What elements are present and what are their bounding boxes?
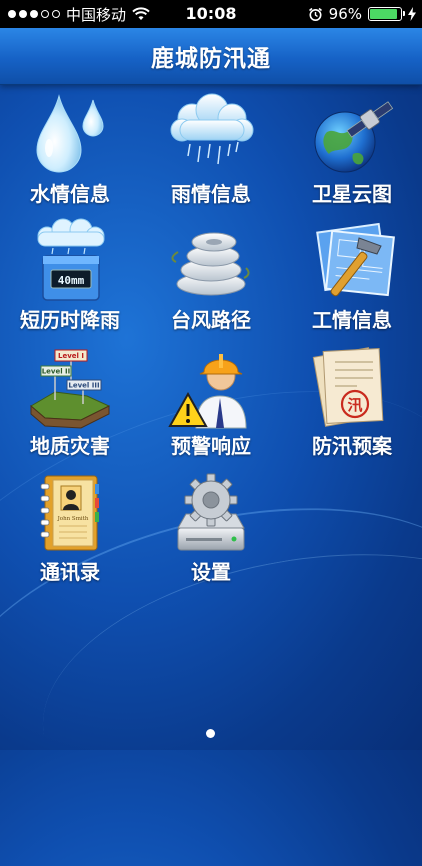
address-book-icon: John Smith xyxy=(25,470,115,556)
menu-item-typhoon-path[interactable]: 台风路径 xyxy=(141,218,281,338)
menu-item-rain-info[interactable]: 雨情信息 xyxy=(141,92,281,212)
menu-item-label: 水情信息 xyxy=(30,182,110,206)
warning-worker-icon xyxy=(166,344,256,430)
alarm-icon xyxy=(308,7,323,22)
satellite-globe-icon xyxy=(307,92,397,178)
typhoon-icon xyxy=(166,218,256,304)
menu-item-label: 设置 xyxy=(191,560,231,584)
menu-item-label: 防汛预案 xyxy=(312,434,392,458)
sign-level-2: Level II xyxy=(42,368,71,376)
battery-icon xyxy=(368,7,405,21)
menu-item-label: 台风路径 xyxy=(171,308,251,332)
status-bar: 中国移动 10:08 96% xyxy=(0,0,422,28)
menu-item-label: 通讯录 xyxy=(40,560,100,584)
menu-item-satellite-cloud[interactable]: 卫星云图 xyxy=(282,92,422,212)
menu-item-project-info[interactable]: 工情信息 xyxy=(282,218,422,338)
menu-item-label: 雨情信息 xyxy=(171,182,251,206)
battery-percent: 96% xyxy=(328,5,362,23)
menu-item-label: 工情信息 xyxy=(312,308,392,332)
geology-level-signs-icon: Level I Level II Level III xyxy=(25,344,115,430)
gauge-readout: 40mm xyxy=(58,274,85,287)
menu-item-geological-hazard[interactable]: Level I Level II Level III 地质灾害 xyxy=(0,344,140,464)
seal-character: 汛 xyxy=(347,396,362,414)
menu-item-label: 卫星云图 xyxy=(312,182,392,206)
menu-item-water-info[interactable]: 水情信息 xyxy=(0,92,140,212)
page-title: 鹿城防汛通 xyxy=(151,46,271,72)
menu-item-label: 短历时降雨 xyxy=(20,308,120,332)
menu-item-settings[interactable]: 设置 xyxy=(141,470,281,590)
water-drops-icon xyxy=(25,92,115,178)
settings-gear-icon xyxy=(166,470,256,556)
charging-bolt-icon xyxy=(408,7,416,21)
sign-level-3: Level III xyxy=(68,382,99,390)
navigation-bar: 鹿城防汛通 xyxy=(0,28,422,85)
blueprint-hammer-icon xyxy=(307,218,397,304)
menu-item-address-book[interactable]: John Smith 通讯录 xyxy=(0,470,140,590)
menu-item-label: 地质灾害 xyxy=(30,434,110,458)
menu-item-short-rainfall[interactable]: 40mm 短历时降雨 xyxy=(0,218,140,338)
menu-item-warning-response[interactable]: 预警响应 xyxy=(141,344,281,464)
plan-documents-icon: 汛 xyxy=(307,344,397,430)
card-name: John Smith xyxy=(57,516,89,522)
rain-cloud-icon xyxy=(166,92,256,178)
rain-gauge-icon: 40mm xyxy=(25,218,115,304)
sign-level-1: Level I xyxy=(58,352,84,360)
page-indicator-dot xyxy=(206,729,215,738)
menu-item-flood-plan[interactable]: 汛 防汛预案 xyxy=(282,344,422,464)
menu-item-label: 预警响应 xyxy=(171,434,251,458)
